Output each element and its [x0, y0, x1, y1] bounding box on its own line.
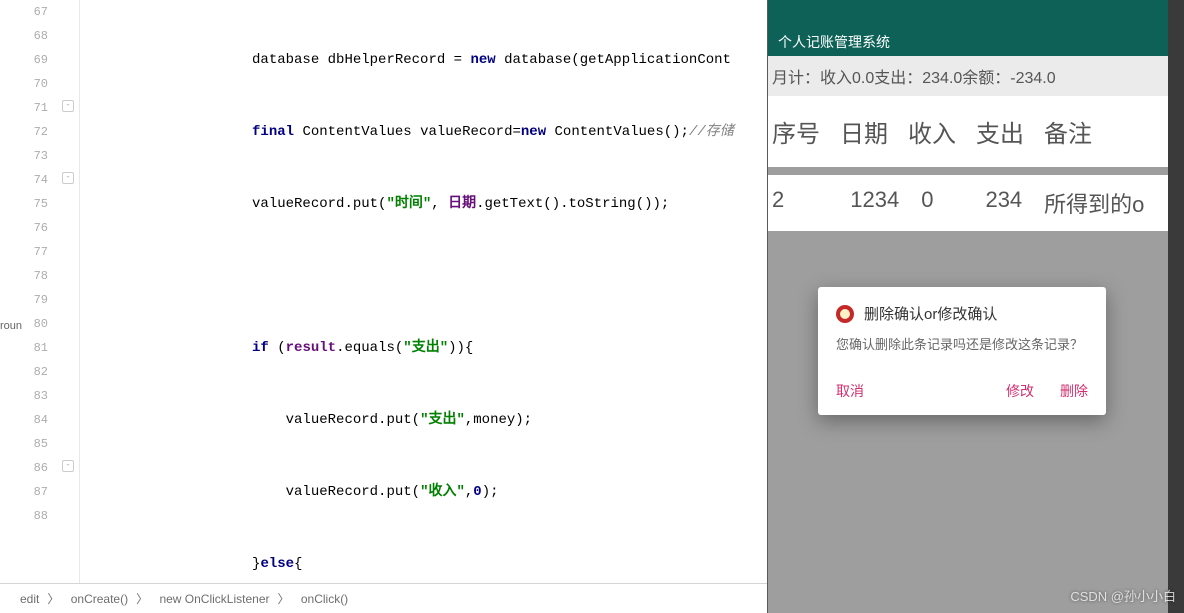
code-editor-panel: 67 68 69 70 71 72 73 74 75 76 77 78 79 8…	[0, 0, 768, 613]
app-title-bar: 个人记账管理系统	[768, 28, 1184, 56]
line-number[interactable]: 83	[0, 384, 48, 408]
line-number[interactable]: 76	[0, 216, 48, 240]
fold-marker-icon[interactable]: -	[62, 172, 74, 184]
breadcrumb-sep: 〉	[136, 592, 148, 606]
breadcrumb-sep: 〉	[277, 592, 289, 606]
line-number[interactable]: 85	[0, 432, 48, 456]
android-emulator: 个人记账管理系统 月计：收入0.0支出：234.0余额：-234.0 序号 日期…	[768, 0, 1184, 613]
breadcrumb-item[interactable]: onCreate()	[71, 592, 128, 606]
cell-note: 所得到的o	[1044, 187, 1144, 219]
dialog-message: 您确认删除此条记录吗还是修改这条记录？	[818, 334, 1106, 371]
header-seq: 序号	[772, 114, 820, 149]
line-number[interactable]: 77	[0, 240, 48, 264]
breadcrumb-item[interactable]: onClick()	[301, 592, 348, 606]
line-number[interactable]: 84	[0, 408, 48, 432]
header-date: 日期	[840, 114, 888, 149]
line-number[interactable]: 87	[0, 480, 48, 504]
summary-bar: 月计：收入0.0支出：234.0余额：-234.0	[768, 56, 1184, 96]
watermark: CSDN @孙小小白	[1070, 586, 1176, 605]
code-text-area[interactable]: database dbHelperRecord = new database(g…	[80, 0, 767, 583]
dialog-title: 删除确认or修改确认	[864, 303, 997, 324]
breadcrumb-sep: 〉	[47, 592, 59, 606]
confirm-dialog: 删除确认or修改确认 您确认删除此条记录吗还是修改这条记录？ 取消 修改 删除	[818, 287, 1106, 415]
fold-gutter: - - -	[60, 0, 80, 583]
table-header-row: 序号 日期 收入 支出 备注	[768, 96, 1184, 167]
code-content: 67 68 69 70 71 72 73 74 75 76 77 78 79 8…	[0, 0, 767, 583]
line-number[interactable]: 81	[0, 336, 48, 360]
header-income: 收入	[908, 114, 956, 149]
table-row[interactable]: 2 1234 0 234 所得到的o	[768, 175, 1184, 231]
line-number[interactable]: 86	[0, 456, 48, 480]
line-number[interactable]: 72	[0, 120, 48, 144]
breadcrumb-item[interactable]: new OnClickListener	[159, 592, 269, 606]
modify-button[interactable]: 修改	[1006, 381, 1034, 401]
warning-icon	[836, 305, 854, 323]
cell-date: 1234	[850, 187, 899, 219]
line-number[interactable]: 82	[0, 360, 48, 384]
line-number[interactable]: 78	[0, 264, 48, 288]
cancel-button[interactable]: 取消	[836, 381, 864, 401]
line-number[interactable]: 79	[0, 288, 48, 312]
breadcrumb-item[interactable]: edit	[20, 592, 39, 606]
cell-expense: 234	[985, 187, 1022, 219]
breadcrumb: edit 〉 onCreate() 〉 new OnClickListener 〉 o…	[0, 583, 767, 613]
side-panel-text: roun	[0, 320, 22, 332]
line-number[interactable]: 73	[0, 144, 48, 168]
emulator-toolbar[interactable]	[1168, 0, 1184, 613]
line-number[interactable]: 88	[0, 504, 48, 528]
main-container: 67 68 69 70 71 72 73 74 75 76 77 78 79 8…	[0, 0, 1184, 613]
fold-marker-icon[interactable]: -	[62, 100, 74, 112]
line-number[interactable]: 75	[0, 192, 48, 216]
line-number-gutter: 67 68 69 70 71 72 73 74 75 76 77 78 79 8…	[0, 0, 60, 583]
line-number[interactable]: 69	[0, 48, 48, 72]
line-number[interactable]: 71	[0, 96, 48, 120]
cell-seq: 2	[772, 187, 784, 219]
line-number[interactable]: 70	[0, 72, 48, 96]
header-expense: 支出	[976, 114, 1024, 149]
delete-button[interactable]: 删除	[1060, 381, 1088, 401]
line-number[interactable]: 67	[0, 0, 48, 24]
line-number[interactable]: 68	[0, 24, 48, 48]
fold-marker-icon[interactable]: -	[62, 460, 74, 472]
line-number[interactable]: 74	[0, 168, 48, 192]
cell-income: 0	[921, 187, 933, 219]
emulator-statusbar	[768, 0, 1184, 28]
header-note: 备注	[1044, 114, 1092, 149]
